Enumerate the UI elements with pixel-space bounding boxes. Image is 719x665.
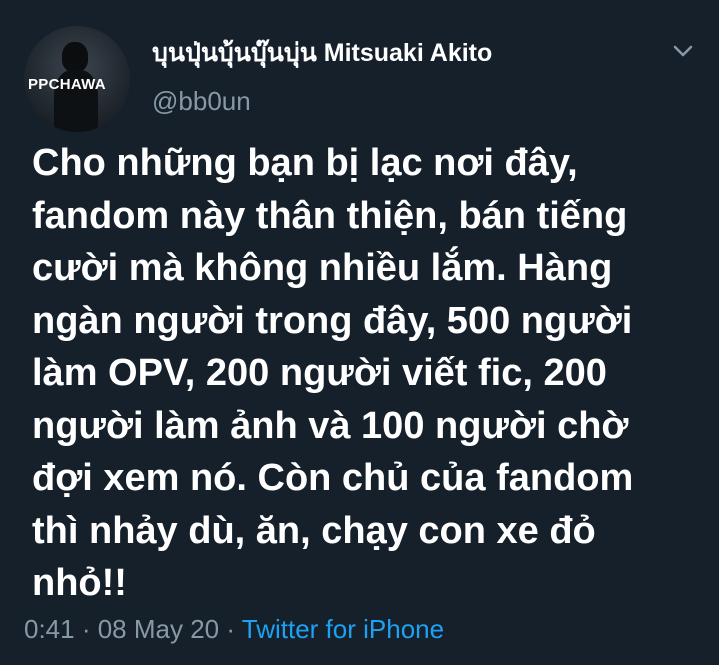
tweet-text: Cho những bạn bị lạc nơi đây, fandom này… [32,142,634,604]
tweet-source-link[interactable]: Twitter for iPhone [242,614,444,644]
author-handle[interactable]: @bb0un [152,86,251,117]
tweet-date[interactable]: 08 May 20 [98,614,219,644]
tweet-time[interactable]: 0:41 [24,614,75,644]
author-display-name[interactable]: บุนปุ่นบุ้นบุ๊นบุ่น Mitsuaki Akito [152,33,492,73]
meta-separator: · [219,614,242,644]
avatar[interactable]: PPCHAWA [24,26,130,132]
tweet-card: PPCHAWA บุนปุ่นบุ้นบุ๊นบุ่น Mitsuaki Aki… [0,0,719,665]
tweet-meta: 0:41 · 08 May 20 · Twitter for iPhone [24,614,444,645]
meta-separator: · [74,614,98,644]
avatar-text: PPCHAWA [28,76,106,93]
avatar-silhouette-head [62,42,88,72]
chevron-down-icon[interactable] [668,36,698,66]
